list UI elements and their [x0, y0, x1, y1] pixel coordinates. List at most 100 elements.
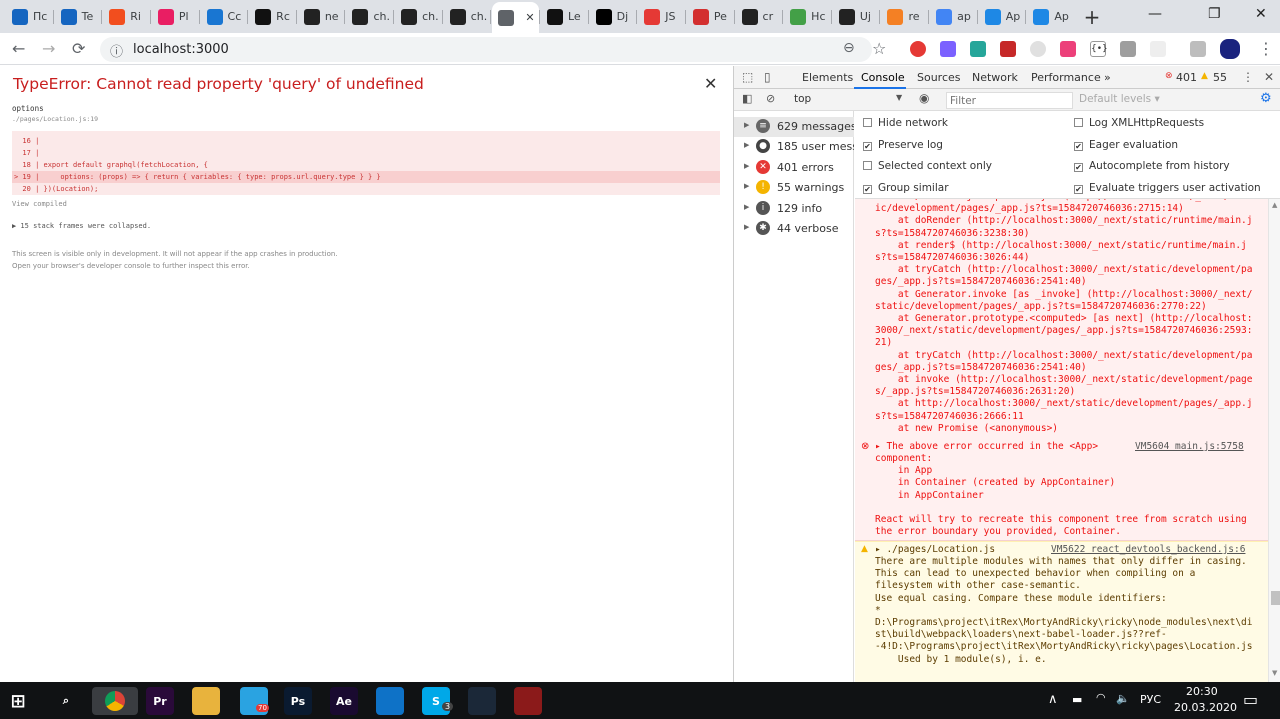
folder-icon[interactable]	[192, 687, 220, 715]
browser-tab[interactable]: Pl	[152, 4, 199, 29]
stack-trace-line[interactable]: at render$ (http://localhost:3000/_next/…	[875, 240, 1247, 252]
source-link[interactable]: VM5604 main.js:5758	[1135, 441, 1244, 453]
vscode-icon[interactable]	[376, 687, 404, 715]
stack-trace-line[interactable]: 21)	[875, 337, 892, 349]
browser-tab[interactable]: Ap	[1027, 4, 1074, 29]
forward-button[interactable]: →	[42, 39, 55, 58]
scroll-down-icon[interactable]: ▼	[1272, 669, 1277, 677]
context-select[interactable]: top	[794, 93, 811, 105]
errors-badge[interactable]: 401	[1176, 71, 1197, 84]
stack-trace-line[interactable]: ic/development/pages/_app.js?ts=15847207…	[875, 203, 1184, 215]
extension-icon[interactable]	[940, 41, 956, 57]
browser-tab[interactable]: Ri	[103, 4, 150, 29]
filter-input[interactable]	[946, 92, 1073, 109]
tab-performance[interactable]: Performance	[1031, 71, 1101, 84]
maximize-button[interactable]: ❐	[1208, 6, 1221, 22]
extension-icon[interactable]	[1030, 41, 1046, 57]
scrollbar-thumb[interactable]	[1271, 591, 1280, 605]
setting-checkbox[interactable]: ✔ Eager evaluation	[1074, 139, 1178, 151]
collapsed-frames-toggle[interactable]: ▶ 15 stack frames were collapsed.	[12, 222, 151, 230]
close-window-button[interactable]: ✕	[1255, 6, 1267, 22]
stack-trace-line[interactable]: s/_app.js?ts=1584720746036:2631:20)	[875, 386, 1075, 398]
checkbox[interactable]: ✔	[863, 141, 872, 151]
setting-checkbox[interactable]: Hide network	[863, 117, 948, 129]
stack-trace-line[interactable]: ges/_app.js?ts=1584720746036:2541:40)	[875, 276, 1087, 288]
browser-tab[interactable]: ch. Pe	[444, 4, 490, 29]
warning-heading[interactable]: ▸ ./pages/Location.js	[875, 544, 995, 556]
clock-date[interactable]: 20.03.2020	[1174, 701, 1237, 714]
chevron-up-icon[interactable]: ∧	[1048, 692, 1058, 707]
menu-icon[interactable]: ⋮	[1258, 39, 1274, 58]
new-tab-button[interactable]: +	[1082, 5, 1102, 29]
extension-icon[interactable]	[970, 41, 986, 57]
chevron-right-icon[interactable]: ▶	[744, 203, 749, 211]
reading-list-icon[interactable]	[1190, 41, 1206, 57]
chevron-right-icon[interactable]: ▶	[744, 141, 749, 149]
language-indicator[interactable]: РУС	[1140, 693, 1161, 706]
more-tabs-button[interactable]: »	[1104, 71, 1111, 84]
browser-tab[interactable]: Le	[541, 4, 588, 29]
stack-trace-line[interactable]: at doRender (http://localhost:3000/_next…	[875, 215, 1253, 227]
sidebar-item[interactable]: ▶! 55 warnings	[734, 178, 854, 198]
winrar-icon[interactable]	[514, 687, 542, 715]
stack-trace-line[interactable]: at Generator.invoke [as _invoke] (http:/…	[875, 289, 1253, 301]
stack-trace-line[interactable]: at tryCatch (http://localhost:3000/_next…	[875, 350, 1253, 362]
sidebar-item[interactable]: ▶ ✱ 44 verbose	[734, 219, 854, 239]
browser-tab[interactable]: ✕	[492, 2, 539, 33]
chevron-right-icon[interactable]: ▶	[744, 223, 749, 231]
back-button[interactable]: ←	[12, 39, 25, 58]
checkbox[interactable]	[863, 118, 872, 127]
error-heading[interactable]: ▸ The above error occurred in the <App>	[875, 441, 1098, 453]
minimize-button[interactable]: —	[1148, 6, 1162, 22]
sidebar-item[interactable]: ▶ ● 185 user messa...	[734, 137, 854, 157]
setting-checkbox[interactable]: Log XMLHttpRequests	[1074, 117, 1204, 129]
aftereffects-icon[interactable]: Ae	[330, 687, 358, 715]
browser-tab[interactable]: Ap	[979, 4, 1026, 29]
setting-checkbox[interactable]: Selected context only	[863, 160, 992, 172]
setting-checkbox[interactable]: ✔ Preserve log	[863, 139, 943, 151]
gear-icon[interactable]: ⚙	[1260, 91, 1272, 106]
levels-dropdown[interactable]: Default levels ▾	[1079, 93, 1160, 105]
warnings-badge[interactable]: 55	[1213, 71, 1227, 84]
browser-tab[interactable]: cr	[736, 4, 783, 29]
setting-checkbox[interactable]: ✔ Evaluate triggers user activation	[1074, 182, 1261, 194]
windows-icon[interactable]: ⊞	[4, 687, 32, 715]
tab-elements[interactable]: Elements	[802, 71, 853, 84]
chevron-right-icon[interactable]: ▶	[744, 121, 749, 129]
setting-checkbox[interactable]: ✔ Autocomplete from history	[1074, 160, 1230, 172]
stack-trace-line[interactable]: 3000/_next/static/development/pages/_app…	[875, 325, 1253, 337]
close-icon[interactable]: ✕	[1264, 70, 1274, 84]
steam-icon[interactable]	[468, 687, 496, 715]
stack-trace-line[interactable]: at http://localhost:3000/_next/static/de…	[875, 398, 1253, 410]
browser-tab[interactable]: re	[881, 4, 928, 29]
stack-trace-line[interactable]: static/development/pages/_app.js?ts=1584…	[875, 301, 1207, 313]
browser-tab[interactable]: Пс	[6, 4, 53, 29]
stack-trace-line[interactable]: at tryCatch (http://localhost:3000/_next…	[875, 264, 1253, 276]
tab-network[interactable]: Network	[972, 71, 1018, 84]
network-icon[interactable]: ◠	[1096, 691, 1106, 704]
search-icon[interactable]: ⌕	[52, 687, 80, 715]
checkbox[interactable]: ✔	[1074, 141, 1083, 151]
info-icon[interactable]: ⓘ	[110, 41, 123, 60]
battery-icon[interactable]: ▬	[1072, 693, 1082, 706]
browser-tab[interactable]: Cc	[201, 4, 248, 29]
browser-tab[interactable]: ch. Cc	[346, 4, 393, 29]
view-compiled-link[interactable]: View compiled	[12, 200, 67, 208]
scrollbar[interactable]: ▲ ▼	[1268, 199, 1280, 682]
tab-console[interactable]: Console	[861, 71, 905, 84]
volume-icon[interactable]: 🔈	[1116, 692, 1130, 705]
source-link[interactable]: VM5622 react_devtools_backend.js:6	[1051, 544, 1245, 556]
sidebar-item[interactable]: ▶ ≡ 629 messages	[734, 117, 854, 137]
eye-icon[interactable]: ◉	[919, 91, 929, 105]
chevron-down-icon[interactable]: ▼	[896, 93, 902, 102]
stack-trace-line[interactable]: s?ts=1584720746036:3238:30)	[875, 228, 1029, 240]
reload-button[interactable]: ⟳	[72, 39, 85, 58]
checkbox[interactable]: ✔	[1074, 184, 1083, 194]
browser-tab[interactable]: Pe	[687, 4, 734, 29]
browser-tab[interactable]: ch. Gr	[395, 4, 442, 29]
tab-sources[interactable]: Sources	[917, 71, 961, 84]
premiere-icon[interactable]: Pr	[146, 687, 174, 715]
extension-icon[interactable]	[1120, 41, 1136, 57]
chevron-right-icon[interactable]: ▶	[744, 162, 749, 170]
browser-tab[interactable]: Rc	[249, 4, 296, 29]
